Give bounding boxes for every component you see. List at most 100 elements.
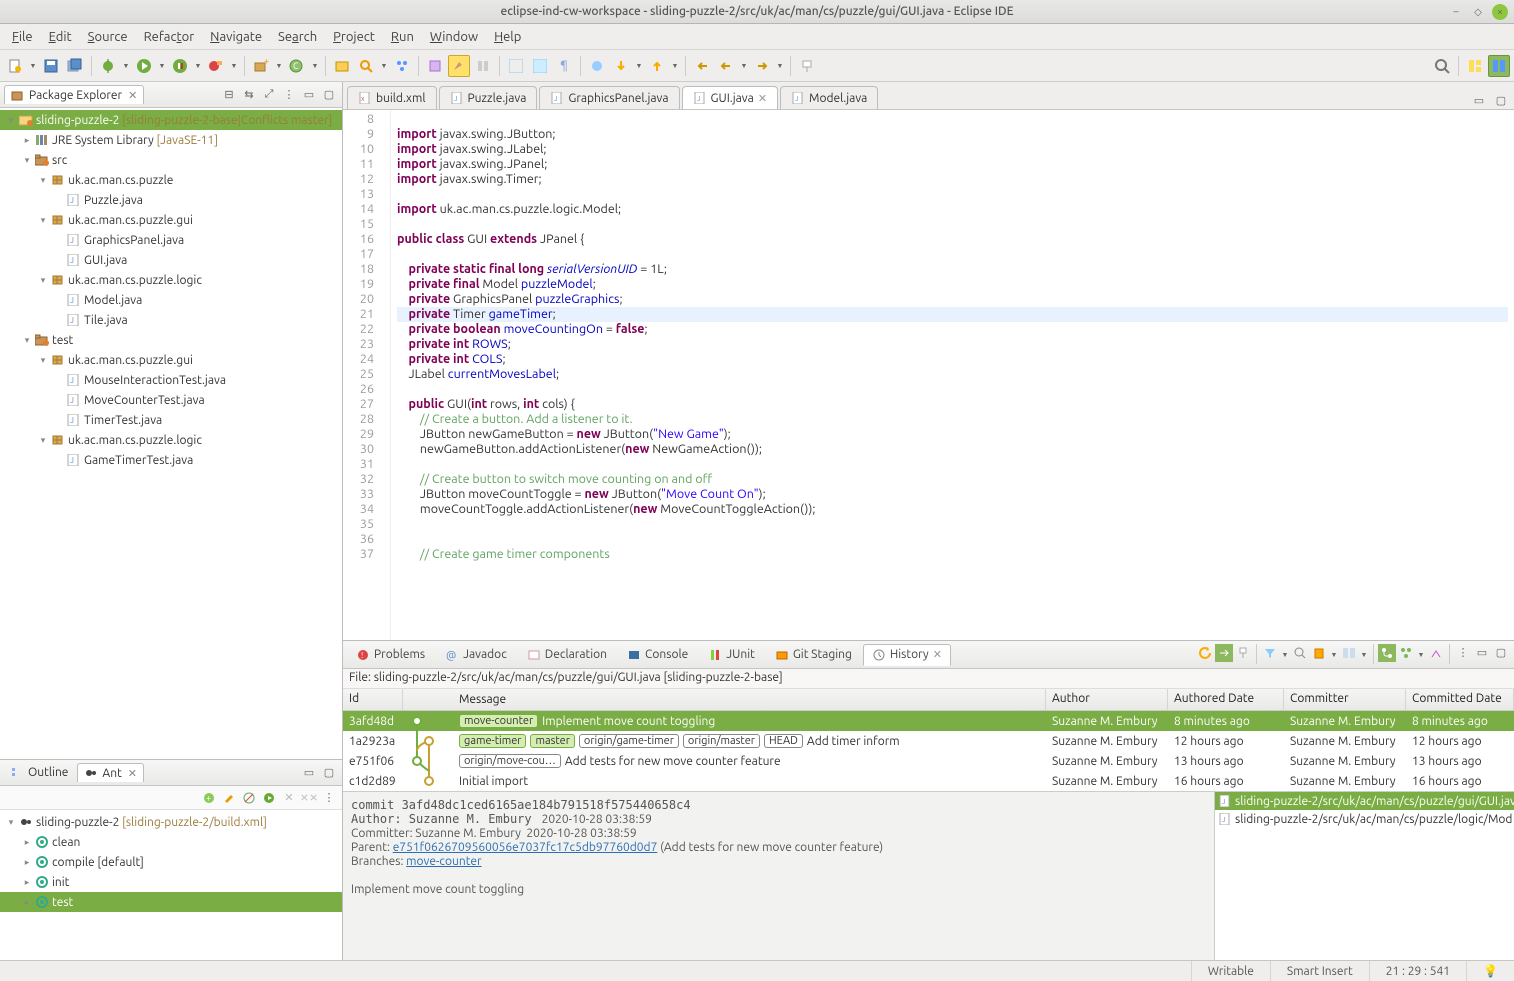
new-class-dropdown[interactable]: ▼ bbox=[310, 55, 320, 77]
editor-tab[interactable]: JGUI.java✕ bbox=[682, 86, 778, 109]
ant-tree-row[interactable]: ▾sliding-puzzle-2 [sliding-puzzle-2/buil… bbox=[0, 812, 342, 832]
bottom-tab[interactable]: !Problems bbox=[347, 644, 434, 666]
external-tools-dropdown[interactable]: ▼ bbox=[229, 55, 239, 77]
menu-navigate[interactable]: Navigate bbox=[202, 26, 270, 48]
ant-remove-button[interactable]: ✕ bbox=[280, 789, 298, 807]
toggle-mark-button[interactable] bbox=[424, 55, 446, 77]
quick-access-button[interactable] bbox=[1431, 55, 1453, 77]
compare-mode-button[interactable] bbox=[1340, 644, 1358, 662]
additional-refs-dropdown[interactable]: ▼ bbox=[1416, 644, 1426, 666]
menu-edit[interactable]: Edit bbox=[41, 26, 80, 48]
forward-button[interactable] bbox=[751, 55, 773, 77]
editor-tab[interactable]: JGraphicsPanel.java bbox=[539, 86, 679, 109]
bottom-tab[interactable]: JUnit bbox=[699, 644, 764, 666]
editor-tab[interactable]: JPuzzle.java bbox=[439, 86, 538, 109]
toggle-highlight-button[interactable] bbox=[448, 55, 470, 77]
editor[interactable]: 8910111213141516171819202122232425262728… bbox=[343, 110, 1514, 640]
tree-row[interactable]: JPuzzle.java bbox=[0, 190, 342, 210]
tree-row[interactable]: ▾uk.ac.man.cs.puzzle.logic bbox=[0, 430, 342, 450]
follow-renames-button[interactable] bbox=[1427, 644, 1445, 662]
new-button[interactable] bbox=[4, 55, 26, 77]
tree-row[interactable]: ▾uk.ac.man.cs.puzzle.gui bbox=[0, 350, 342, 370]
maximize-editor-button[interactable]: ▢ bbox=[1492, 91, 1510, 109]
commit-detail-text[interactable]: commit 3afd48dc1ced6165ae184b791518f5754… bbox=[343, 792, 1214, 960]
run-button[interactable] bbox=[133, 55, 155, 77]
new-class-button[interactable]: C bbox=[286, 55, 308, 77]
show-whitespace-button[interactable] bbox=[529, 55, 551, 77]
col-message[interactable]: Message bbox=[403, 689, 1046, 710]
menu-run[interactable]: Run bbox=[383, 26, 422, 48]
back-dropdown[interactable]: ▼ bbox=[739, 55, 749, 77]
ant-hide-button[interactable] bbox=[220, 789, 238, 807]
coverage-button[interactable] bbox=[169, 55, 191, 77]
col-id[interactable]: Id bbox=[343, 689, 403, 710]
tree-row[interactable]: JGUI.java bbox=[0, 250, 342, 270]
ant-tab[interactable]: Ant ✕ bbox=[77, 763, 144, 782]
maximize-button[interactable]: ◇ bbox=[1470, 4, 1486, 20]
bottom-tab[interactable]: History✕ bbox=[863, 644, 951, 666]
package-explorer-tree[interactable]: ▾sliding-puzzle-2 [sliding-puzzle-2-base… bbox=[0, 108, 342, 759]
col-committed-date[interactable]: Committed Date bbox=[1406, 689, 1514, 710]
close-button[interactable]: × bbox=[1492, 4, 1508, 20]
tree-row[interactable]: ▾src bbox=[0, 150, 342, 170]
next-annotation-button[interactable] bbox=[610, 55, 632, 77]
external-tools-button[interactable] bbox=[205, 55, 227, 77]
coverage-dropdown[interactable]: ▼ bbox=[193, 55, 203, 77]
menu-source[interactable]: Source bbox=[80, 26, 136, 48]
new-package-dropdown[interactable]: ▼ bbox=[274, 55, 284, 77]
pin-button[interactable] bbox=[796, 55, 818, 77]
col-authored-date[interactable]: Authored Date bbox=[1168, 689, 1284, 710]
tree-row[interactable]: ▾uk.ac.man.cs.puzzle.gui bbox=[0, 210, 342, 230]
editor-tab[interactable]: JModel.java bbox=[780, 86, 878, 109]
code-area[interactable]: import javax.swing.JButton;import javax.… bbox=[391, 110, 1514, 640]
tree-row[interactable]: JMouseInteractionTest.java bbox=[0, 370, 342, 390]
tip-icon[interactable]: 💡 bbox=[1466, 961, 1514, 981]
ant-tree-row[interactable]: ▸test bbox=[0, 892, 342, 912]
new-dropdown[interactable]: ▼ bbox=[28, 55, 38, 77]
parent-link[interactable]: e751f0626709560056e7037fc17c5db97760d0d7 bbox=[393, 841, 658, 854]
menu-refactor[interactable]: Refactor bbox=[136, 26, 203, 48]
ant-tree[interactable]: ▾sliding-puzzle-2 [sliding-puzzle-2/buil… bbox=[0, 810, 342, 960]
minimize-button[interactable]: – bbox=[1448, 4, 1464, 20]
link-editor-button[interactable]: ⇆ bbox=[240, 86, 258, 104]
bottom-tab[interactable]: @Javadoc bbox=[436, 644, 516, 666]
new-package-button[interactable]: + bbox=[250, 55, 272, 77]
save-all-button[interactable] bbox=[64, 55, 86, 77]
focus-button[interactable]: ⤢ bbox=[260, 86, 278, 104]
maximize-ant-button[interactable]: ▢ bbox=[320, 764, 338, 782]
pin-history-button[interactable] bbox=[1234, 644, 1252, 662]
show-all-branches-button[interactable] bbox=[1378, 644, 1396, 662]
tree-row[interactable]: JGameTimerTest.java bbox=[0, 450, 342, 470]
refresh-button[interactable] bbox=[1196, 644, 1214, 662]
minimize-history-button[interactable]: ▭ bbox=[1473, 644, 1491, 662]
maximize-history-button[interactable]: ▢ bbox=[1492, 644, 1510, 662]
commit-files[interactable]: Jsliding-puzzle-2/src/uk/ac/man/cs/puzzl… bbox=[1214, 792, 1514, 960]
save-button[interactable] bbox=[40, 55, 62, 77]
minimize-view-button[interactable]: ▭ bbox=[300, 86, 318, 104]
menu-search[interactable]: Search bbox=[270, 26, 325, 48]
ant-filter-button[interactable] bbox=[240, 789, 258, 807]
tree-row[interactable]: ▾uk.ac.man.cs.puzzle bbox=[0, 170, 342, 190]
menu-help[interactable]: Help bbox=[486, 26, 529, 48]
ant-tree-row[interactable]: ▸clean bbox=[0, 832, 342, 852]
filter-dropdown[interactable]: ▼ bbox=[1280, 644, 1290, 666]
view-menu-button[interactable]: ⋮ bbox=[280, 86, 298, 104]
ant-run-button[interactable] bbox=[260, 789, 278, 807]
history-row[interactable]: c1d2d89Initial importSuzanne M. Embury16… bbox=[343, 771, 1514, 791]
debug-dropdown[interactable]: ▼ bbox=[121, 55, 131, 77]
filter-button[interactable] bbox=[1261, 644, 1279, 662]
toggle-word-wrap-button[interactable] bbox=[505, 55, 527, 77]
tree-row[interactable]: ▾uk.ac.man.cs.puzzle.logic bbox=[0, 270, 342, 290]
ant-tree-row[interactable]: ▸init bbox=[0, 872, 342, 892]
menu-project[interactable]: Project bbox=[325, 26, 383, 48]
editor-tab[interactable]: xbuild.xml bbox=[347, 86, 437, 109]
history-rows[interactable]: 3afd48dmove-counterImplement move count … bbox=[343, 711, 1514, 791]
additional-refs-button[interactable] bbox=[1397, 644, 1415, 662]
ant-removeall-button[interactable]: ⨯⨯ bbox=[300, 789, 318, 807]
last-edit-button[interactable] bbox=[691, 55, 713, 77]
tree-row[interactable]: JGraphicsPanel.java bbox=[0, 230, 342, 250]
tree-row[interactable]: JTile.java bbox=[0, 310, 342, 330]
menu-file[interactable]: File bbox=[4, 26, 41, 48]
changed-file-row[interactable]: Jsliding-puzzle-2/src/uk/ac/man/cs/puzzl… bbox=[1215, 810, 1514, 828]
tree-row[interactable]: ▾sliding-puzzle-2 [sliding-puzzle-2-base… bbox=[0, 110, 342, 130]
